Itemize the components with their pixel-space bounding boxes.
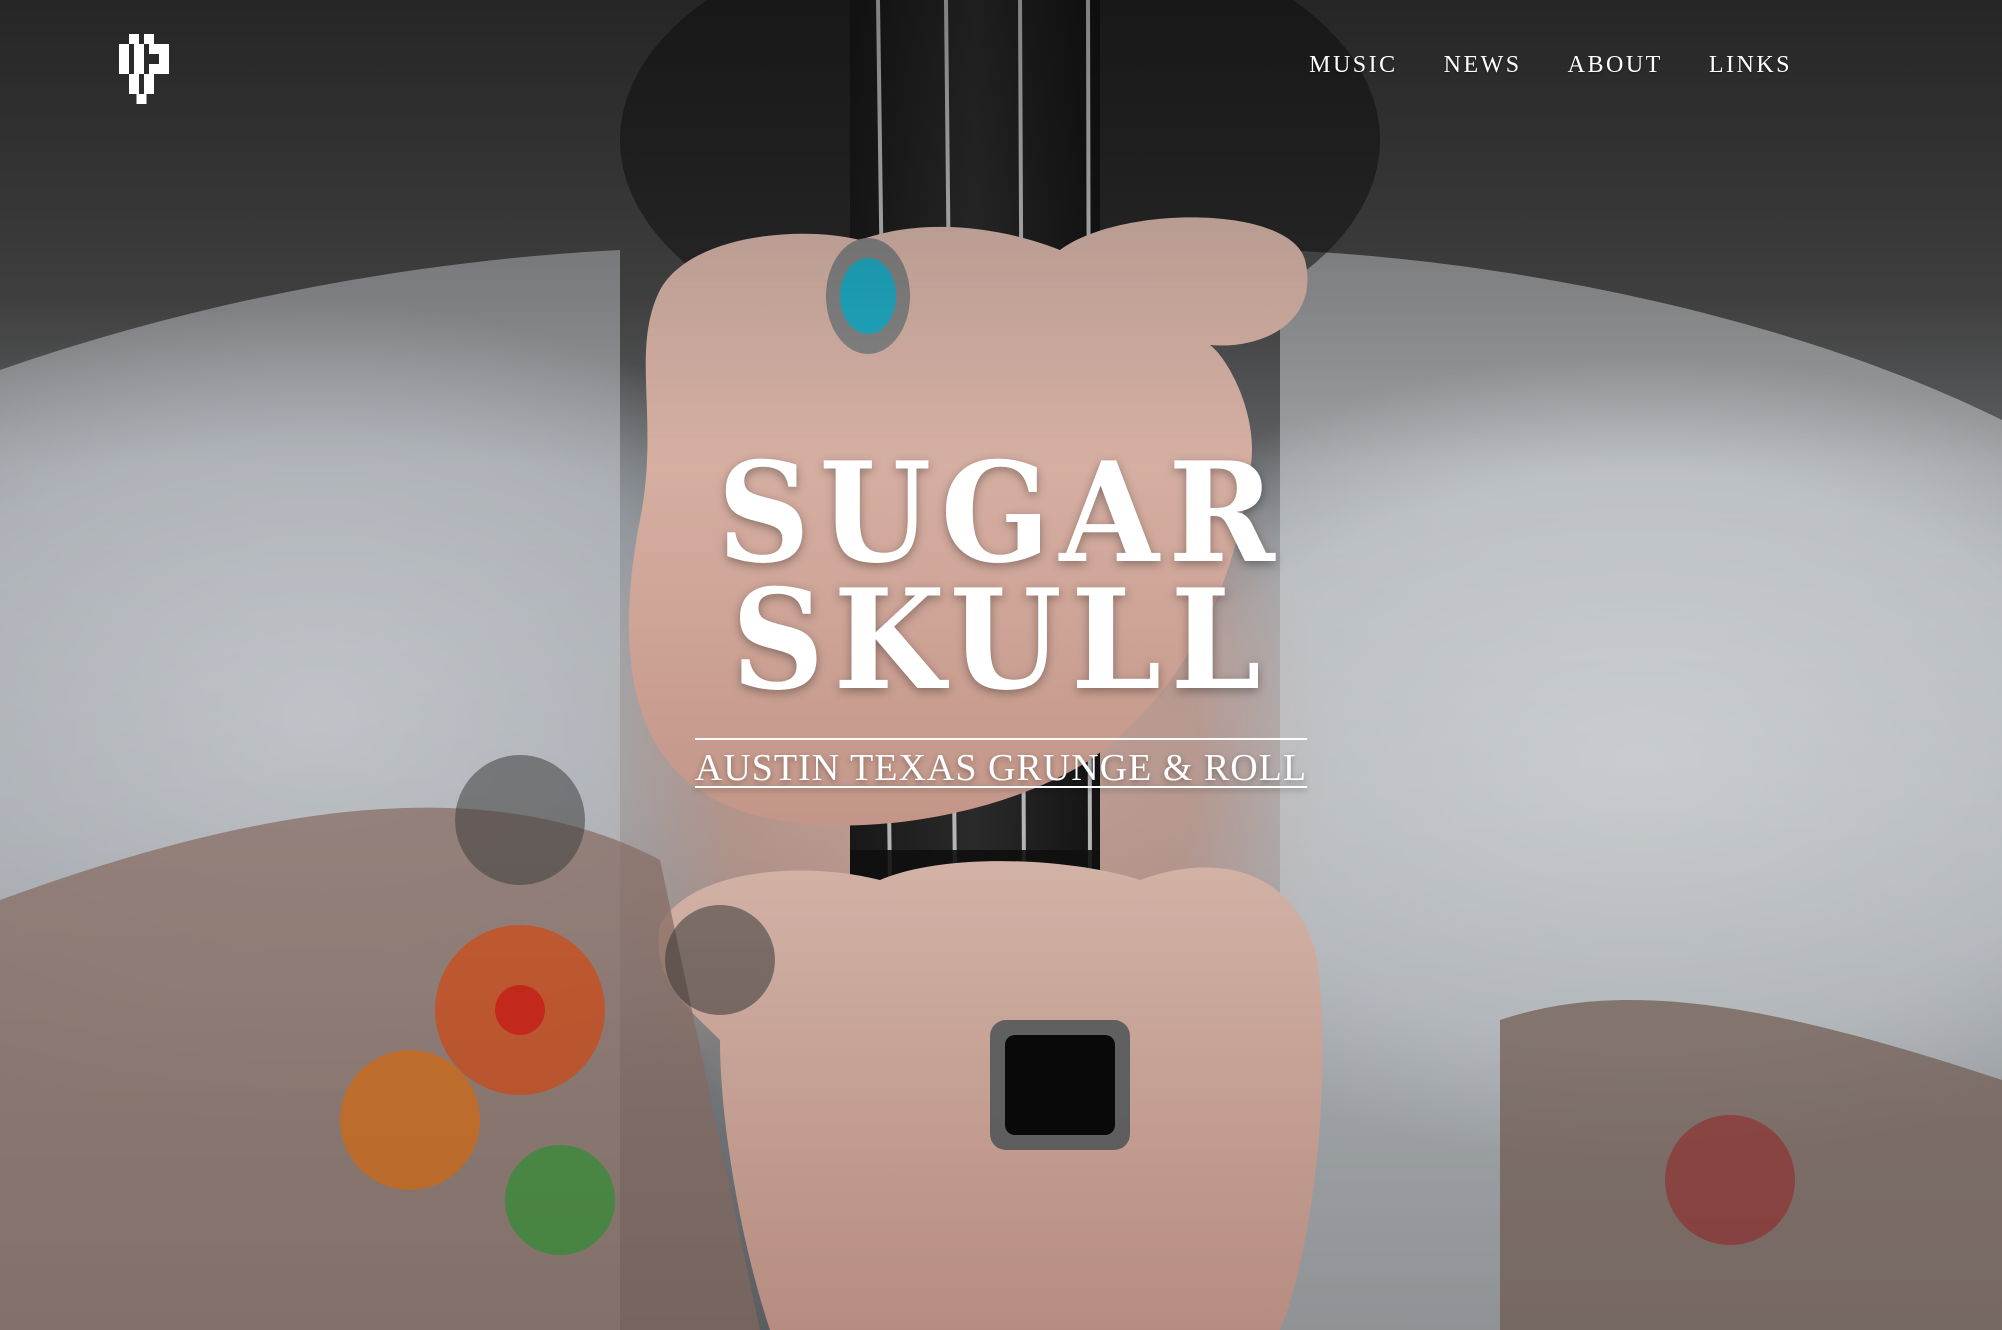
main-nav: MUSIC NEWS ABOUT LINKS	[1309, 52, 1792, 79]
pixel-skull-icon[interactable]	[114, 34, 174, 104]
hero-title-block: SUGAR SKULL AUSTIN TEXAS GRUNGE & ROLL	[0, 444, 2002, 790]
nav-news[interactable]: NEWS	[1444, 52, 1522, 79]
tagline: AUSTIN TEXAS GRUNGE & ROLL	[694, 737, 1308, 789]
band-name: SUGAR SKULL	[718, 444, 1285, 721]
hero-section: MUSIC NEWS ABOUT LINKS SUGAR SKULL AUSTI…	[0, 0, 2002, 1330]
nav-about[interactable]: ABOUT	[1568, 52, 1663, 79]
nav-links[interactable]: LINKS	[1709, 52, 1792, 79]
band-name-line-2: SKULL	[731, 557, 1271, 721]
nav-music[interactable]: MUSIC	[1309, 52, 1398, 79]
